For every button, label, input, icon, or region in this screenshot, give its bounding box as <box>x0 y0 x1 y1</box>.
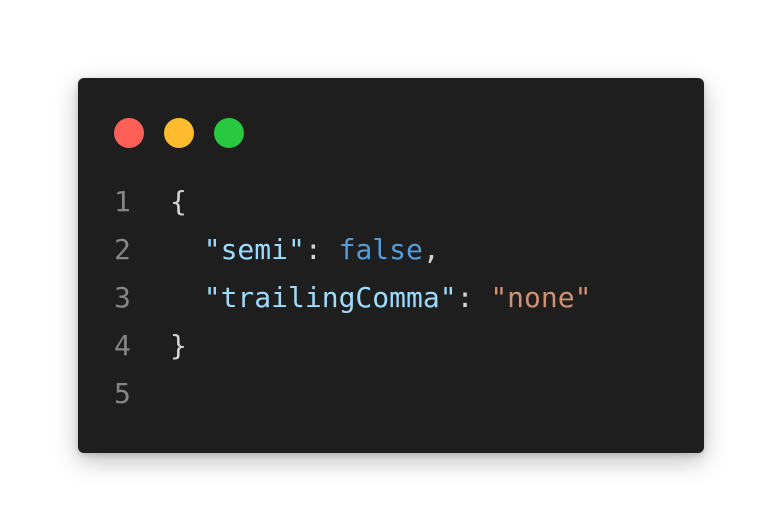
line-number: 1 <box>114 185 131 218</box>
json-value: false <box>338 233 423 266</box>
open-brace: { <box>170 185 187 218</box>
line-number: 4 <box>114 329 131 362</box>
code-block: 1 { 2 "semi" : false , 3 "trailingComma"… <box>114 178 591 418</box>
json-key: "semi" <box>203 233 305 266</box>
window-controls <box>114 118 244 148</box>
json-value: "none" <box>490 281 592 314</box>
code-window: 1 { 2 "semi" : false , 3 "trailingComma"… <box>78 78 704 453</box>
comma: , <box>422 233 440 266</box>
maximize-button[interactable] <box>214 118 244 148</box>
close-brace: } <box>170 329 187 362</box>
colon: : <box>304 233 339 266</box>
code-line: 4 } <box>114 322 591 370</box>
code-line: 5 <box>114 370 591 418</box>
code-line: 2 "semi" : false , <box>114 226 591 274</box>
json-key: "trailingComma" <box>203 281 457 314</box>
line-number: 5 <box>114 377 131 410</box>
minimize-button[interactable] <box>164 118 194 148</box>
close-button[interactable] <box>114 118 144 148</box>
line-number: 2 <box>114 233 131 266</box>
line-number: 3 <box>114 281 131 314</box>
code-line: 3 "trailingComma" : "none" <box>114 274 591 322</box>
colon: : <box>456 281 491 314</box>
code-line: 1 { <box>114 178 591 226</box>
